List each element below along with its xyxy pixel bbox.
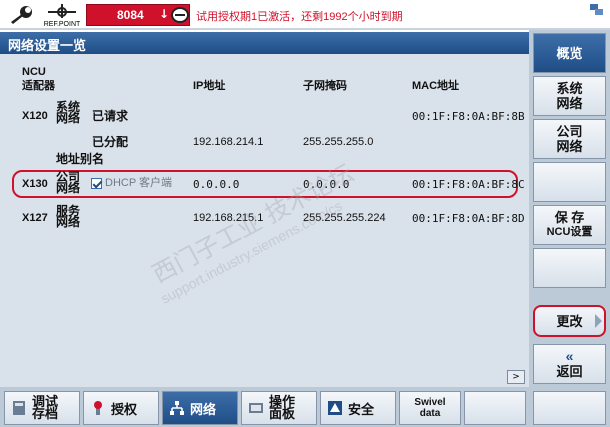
row-x120-assigned: 已分配 bbox=[92, 135, 129, 149]
panel-line2: 面板 bbox=[269, 406, 296, 421]
row-x120-alias: 地址别名 bbox=[56, 152, 105, 166]
softkey-company-network-line2: 网络 bbox=[556, 139, 583, 154]
row-x127-mac: 00:1F:F8:0A:BF:8D bbox=[412, 212, 525, 225]
softkey-empty-1[interactable] bbox=[533, 162, 606, 202]
alarm-arrow-icon: ↓ bbox=[159, 7, 170, 21]
chevron-right-icon bbox=[595, 314, 602, 328]
softkey-empty-2[interactable] bbox=[533, 248, 606, 288]
header-adapter: 适配器 bbox=[22, 80, 55, 92]
header-ncu: NCU bbox=[22, 66, 46, 78]
channel-switch-icon[interactable] bbox=[590, 4, 604, 16]
swivel-line1: Swivel bbox=[414, 397, 446, 408]
softkey-system-network-line2: 网络 bbox=[556, 96, 583, 111]
row-x120-port: X120 bbox=[22, 110, 48, 122]
panel-icon bbox=[249, 403, 263, 413]
license-label: 授权 bbox=[111, 401, 138, 417]
row-x130-name-line2: 网络 bbox=[56, 181, 81, 195]
horizontal-softkey-bar: 调试 存档 授权 网络 操作 面板 安全 Swivel data bbox=[0, 387, 610, 427]
header-mac: MAC地址 bbox=[412, 80, 460, 92]
softkey-back[interactable]: « 返回 bbox=[533, 344, 606, 384]
row-x120-mask: 255.255.255.0 bbox=[303, 136, 374, 148]
archive-icon bbox=[13, 401, 25, 415]
refpoint-icon bbox=[48, 4, 76, 18]
row-x130-ip: 0.0.0.0 bbox=[193, 178, 240, 191]
softkey-network[interactable]: 网络 bbox=[162, 391, 238, 425]
row-x127-ip: 192.168.215.1 bbox=[193, 212, 264, 224]
archive-line2: 存档 bbox=[32, 406, 59, 421]
header-mask: 子网掩码 bbox=[303, 80, 347, 92]
row-x127-name[interactable]: 服务 网络 bbox=[56, 205, 81, 229]
softkey-company-network[interactable]: 公司 网络 bbox=[533, 119, 606, 159]
row-x130-port: X130 bbox=[22, 178, 48, 190]
security-label: 安全 bbox=[348, 401, 375, 417]
softkey-commissioning-archive[interactable]: 调试 存档 bbox=[4, 391, 80, 425]
softkey-company-network-line1: 公司 bbox=[556, 124, 583, 139]
softkey-back-label: 返回 bbox=[556, 364, 583, 379]
page-title: 网络设置一览 bbox=[8, 38, 87, 53]
alarm-acknowledge-icon[interactable] bbox=[171, 7, 189, 23]
row-x120-ip: 192.168.214.1 bbox=[193, 136, 264, 148]
network-icon bbox=[170, 401, 184, 415]
softkey-change-label: 更改 bbox=[556, 313, 583, 329]
softkey-operator-panel[interactable]: 操作 面板 bbox=[241, 391, 317, 425]
header-ip: IP地址 bbox=[193, 80, 226, 92]
row-x120-name[interactable]: 系统 网络 bbox=[56, 101, 81, 125]
softkey-save-line2: NCU设置 bbox=[546, 226, 593, 238]
softkey-change[interactable]: 更改 bbox=[533, 305, 606, 337]
license-icon bbox=[94, 401, 102, 415]
security-icon bbox=[328, 401, 342, 415]
scroll-right-button[interactable]: > bbox=[507, 370, 525, 384]
network-overview-panel: NCU 适配器 IP地址 子网掩码 MAC地址 X120 系统 网络 已请求 0… bbox=[0, 54, 529, 387]
softkey-empty-bottom[interactable] bbox=[464, 391, 526, 425]
row-x127-port: X127 bbox=[22, 212, 48, 224]
softkey-save-line1: 保 存 bbox=[554, 210, 585, 225]
refpoint-indicator: REF.POINT bbox=[42, 2, 82, 28]
network-label: 网络 bbox=[190, 401, 217, 417]
status-bar: REF.POINT 8084 ↓ 试用授权期1已激活，还剩1992个小时到期 bbox=[0, 0, 610, 30]
softkey-overview-label: 概览 bbox=[556, 45, 583, 61]
refpoint-label: REF.POINT bbox=[43, 21, 81, 28]
row-x130-mac: 00:1F:F8:0A:BF:8C bbox=[412, 178, 525, 191]
alarm-indicator[interactable]: 8084 ↓ bbox=[86, 4, 190, 26]
row-x130-name[interactable]: 公司 网络 bbox=[56, 171, 81, 195]
softkey-system-network[interactable]: 系统 网络 bbox=[533, 76, 606, 116]
softkey-security[interactable]: 安全 bbox=[320, 391, 396, 425]
row-x120-requested: 已请求 bbox=[92, 109, 129, 123]
dhcp-checkbox[interactable] bbox=[91, 178, 102, 189]
row-x127-mask: 255.255.255.224 bbox=[303, 212, 386, 224]
alarm-message: 试用授权期1已激活，还剩1992个小时到期 bbox=[196, 11, 403, 23]
wrench-icon bbox=[11, 6, 32, 24]
softkey-swivel-data[interactable]: Swivel data bbox=[399, 391, 461, 425]
softkey-license[interactable]: 授权 bbox=[83, 391, 159, 425]
row-x120-mac: 00:1F:F8:0A:BF:8B bbox=[412, 110, 525, 123]
title-bar: 网络设置一览 bbox=[0, 32, 529, 54]
back-chevron-icon: « bbox=[565, 348, 574, 364]
row-x127-name-line2: 网络 bbox=[56, 215, 81, 229]
dhcp-label: DHCP 客户端 bbox=[105, 177, 173, 189]
row-x120-name-line2: 网络 bbox=[56, 111, 81, 125]
softkey-empty-corner[interactable] bbox=[533, 391, 606, 425]
softkey-overview[interactable]: 概览 bbox=[533, 33, 606, 73]
swivel-line2: data bbox=[419, 408, 441, 419]
vertical-softkey-bar: 概览 系统 网络 公司 网络 保 存 NCU设置 更改 « 返回 bbox=[529, 30, 610, 387]
softkey-system-network-line1: 系统 bbox=[556, 81, 583, 96]
alarm-code: 8084 bbox=[117, 8, 144, 22]
row-x130-mask: 0.0.0.0 bbox=[303, 178, 350, 191]
softkey-save-ncu-settings[interactable]: 保 存 NCU设置 bbox=[533, 205, 606, 245]
